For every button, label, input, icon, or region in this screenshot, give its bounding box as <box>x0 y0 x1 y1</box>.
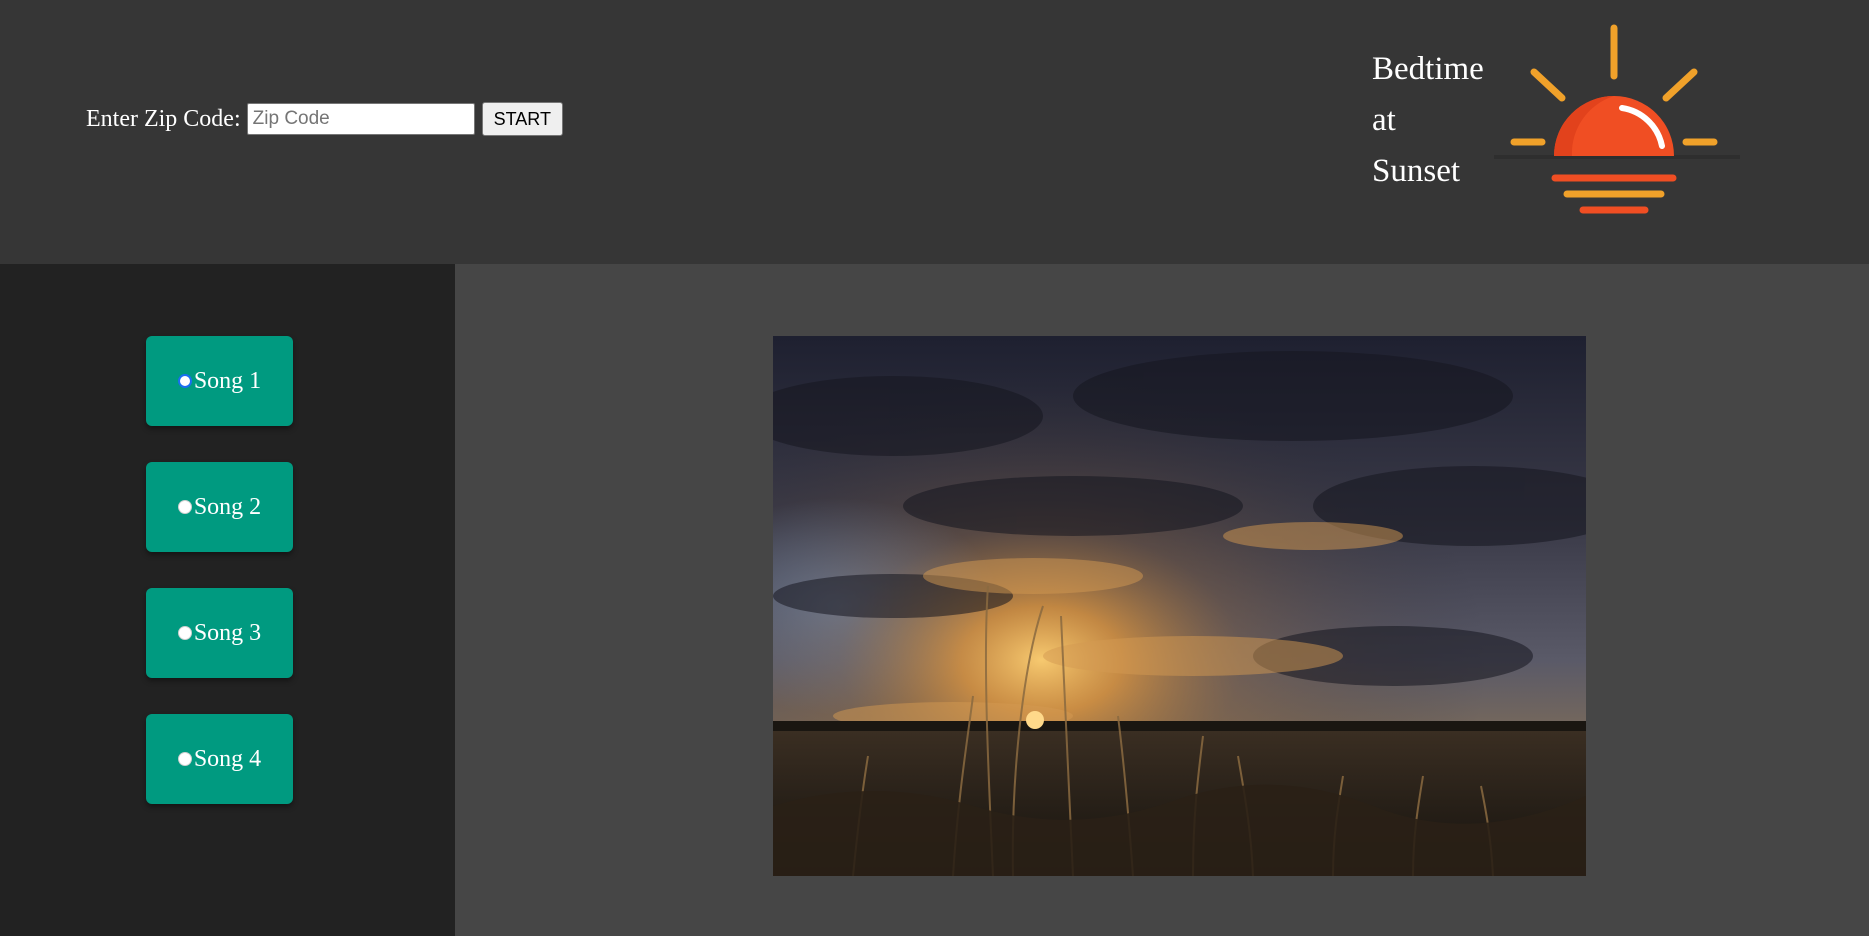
zip-code-input[interactable] <box>246 103 475 135</box>
start-button[interactable]: START <box>481 102 563 136</box>
song-sidebar: Song 1 Song 2 Song 3 Song 4 <box>0 264 455 936</box>
app-title: Bedtime at Sunset <box>1372 44 1484 197</box>
main-panel <box>455 264 1869 936</box>
radio-icon[interactable] <box>177 752 192 766</box>
sunset-icon <box>1494 24 1740 214</box>
zip-form: Enter Zip Code: START <box>86 102 563 136</box>
song-option-4[interactable]: Song 4 <box>146 714 293 804</box>
song-label: Song 2 <box>193 493 262 520</box>
radio-selected-icon[interactable] <box>177 374 192 388</box>
header: Enter Zip Code: START Bedtime at Sunset <box>0 0 1869 264</box>
radio-icon[interactable] <box>177 626 192 640</box>
sunset-over-field-image <box>773 336 1586 876</box>
song-label: Song 3 <box>193 619 262 646</box>
zip-label: Enter Zip Code: <box>86 105 241 132</box>
song-option-1[interactable]: Song 1 <box>146 336 293 426</box>
title-line: Bedtime <box>1372 51 1484 87</box>
song-label: Song 1 <box>193 367 262 394</box>
title-line: at <box>1372 102 1396 138</box>
song-label: Song 4 <box>193 745 262 772</box>
radio-icon[interactable] <box>177 500 192 514</box>
title-line: Sunset <box>1372 153 1461 189</box>
song-option-2[interactable]: Song 2 <box>146 462 293 552</box>
song-option-3[interactable]: Song 3 <box>146 588 293 678</box>
sunset-photo <box>773 336 1586 876</box>
